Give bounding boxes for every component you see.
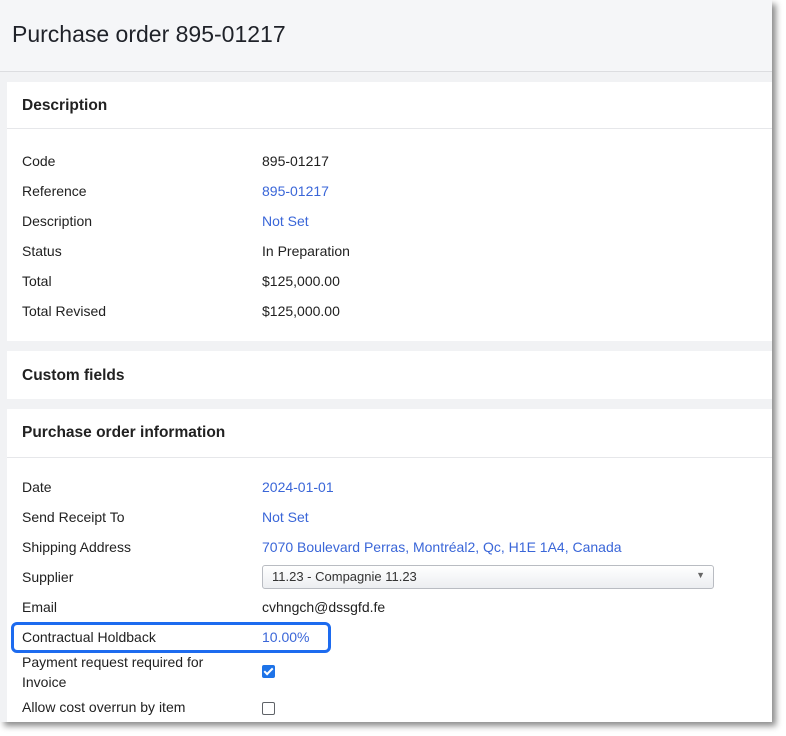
date-link[interactable]: 2024-01-01 [262,477,334,497]
shipping-address-link[interactable]: 7070 Boulevard Perras, Montréal2, Qc, H1… [262,537,622,557]
reference-label: Reference [22,183,87,199]
description-link[interactable]: Not Set [262,211,309,231]
custom-fields-card[interactable]: Custom fields [7,351,772,399]
email-value: cvhngch@dssgfd.fe [262,599,386,615]
email-label: Email [22,599,58,615]
send-receipt-label: Send Receipt To [22,509,125,525]
page-title: Purchase order 895-01217 [12,21,286,47]
payment-request-label-line2: Invoice [22,674,67,690]
shipping-address-label: Shipping Address [22,539,131,555]
total-revised-label: Total Revised [22,303,107,319]
supplier-label: Supplier [22,569,74,585]
send-receipt-link[interactable]: Not Set [262,507,309,527]
custom-fields-title: Custom fields [22,367,125,384]
po-info-card: Purchase order information Date 2024-01-… [7,409,772,722]
chevron-down-icon: ▼ [696,570,705,580]
page-header: Purchase order 895-01217 [0,0,772,72]
po-info-card-title: Purchase order information [22,424,226,441]
total-label: Total [22,273,52,289]
description-label: Description [22,213,93,229]
status-label: Status [22,243,62,259]
total-revised-value: $125,000.00 [262,303,340,319]
holdback-highlight-box [11,622,331,653]
po-info-card-header: Purchase order information [7,409,772,458]
cost-overrun-checkbox[interactable] [262,702,275,715]
window-frame: Purchase order 895-01217 Description Cod… [0,0,772,722]
supplier-select[interactable]: 11.23 - Compagnie 11.23 ▼ [262,565,714,589]
total-value: $125,000.00 [262,273,340,289]
code-label: Code [22,153,56,169]
date-label: Date [22,479,52,495]
description-card-title: Description [22,97,108,114]
status-value: In Preparation [262,243,350,259]
payment-request-label-line1: Payment request required for [22,654,204,670]
code-value: 895-01217 [262,153,329,169]
description-card-header: Description [7,82,772,129]
reference-link[interactable]: 895-01217 [262,181,329,201]
description-card: Description Code 895-01217 Reference 895… [7,82,772,341]
payment-request-checkbox[interactable] [262,665,275,678]
cost-overrun-label: Allow cost overrun by item [22,699,186,715]
supplier-selected-value: 11.23 - Compagnie 11.23 [272,569,417,584]
